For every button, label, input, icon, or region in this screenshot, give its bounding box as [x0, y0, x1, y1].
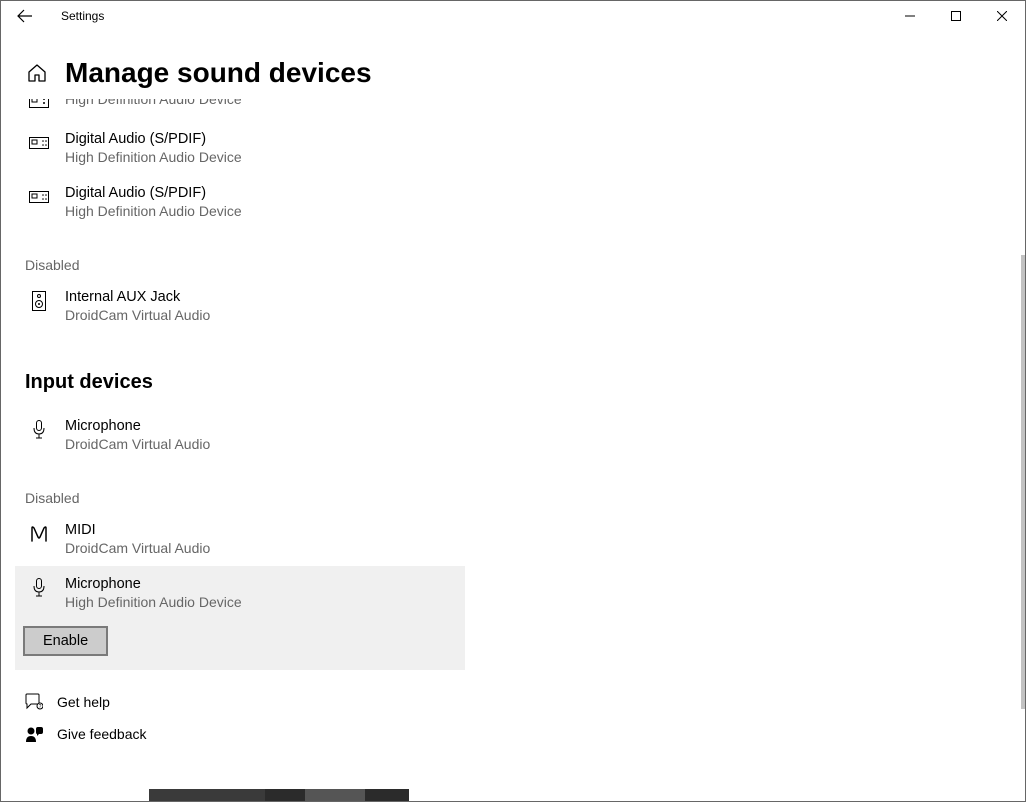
device-name: Microphone	[65, 418, 210, 434]
footer-links: ? Get help Give feedback	[25, 692, 1019, 744]
device-item[interactable]: Microphone DroidCam Virtual Audio	[25, 408, 475, 462]
window-controls	[887, 1, 1025, 31]
device-item-selected[interactable]: Microphone High Definition Audio Device	[25, 566, 455, 620]
device-texts: Microphone DroidCam Virtual Audio	[65, 418, 210, 452]
taskbar-segment	[305, 789, 365, 801]
arrow-left-icon	[17, 8, 33, 24]
window-title: Settings	[61, 9, 104, 23]
disabled-label: Disabled	[25, 490, 1019, 506]
maximize-button[interactable]	[933, 1, 979, 31]
device-subtitle: DroidCam Virtual Audio	[65, 540, 210, 556]
content-area: High Definition Audio Device Digital Aud…	[1, 99, 1019, 789]
microphone-icon	[29, 420, 49, 440]
device-subtitle: DroidCam Virtual Audio	[65, 436, 210, 452]
device-texts: High Definition Audio Device	[65, 99, 242, 107]
soundcard-icon	[29, 133, 49, 153]
feedback-icon	[25, 724, 45, 744]
selected-device-panel: Microphone High Definition Audio Device …	[15, 566, 465, 670]
give-feedback-text: Give feedback	[57, 726, 147, 742]
get-help-text: Get help	[57, 694, 110, 710]
disabled-label: Disabled	[25, 257, 1019, 273]
speaker-icon	[29, 291, 49, 311]
device-texts: Microphone High Definition Audio Device	[65, 576, 242, 610]
device-item[interactable]: MIDI DroidCam Virtual Audio	[25, 512, 475, 566]
get-help-link[interactable]: ? Get help	[25, 692, 1019, 712]
input-devices-header: Input devices	[25, 371, 1019, 394]
device-subtitle: DroidCam Virtual Audio	[65, 307, 210, 323]
midi-icon	[29, 524, 49, 544]
maximize-icon	[951, 11, 961, 21]
taskbar-segment	[149, 789, 265, 801]
device-name: Microphone	[65, 576, 242, 592]
home-icon	[27, 63, 47, 83]
device-item[interactable]: Internal AUX Jack DroidCam Virtual Audio	[25, 279, 475, 333]
microphone-icon	[29, 578, 49, 598]
device-texts: MIDI DroidCam Virtual Audio	[65, 522, 210, 556]
device-name: Digital Audio (S/PDIF)	[65, 185, 242, 201]
device-item[interactable]: Digital Audio (S/PDIF) High Definition A…	[25, 175, 475, 229]
page-header: Manage sound devices	[1, 31, 1025, 89]
device-subtitle: High Definition Audio Device	[65, 149, 242, 165]
titlebar: Settings	[1, 1, 1025, 31]
home-button[interactable]	[25, 61, 49, 85]
device-subtitle: High Definition Audio Device	[65, 203, 242, 219]
device-texts: Digital Audio (S/PDIF) High Definition A…	[65, 131, 242, 165]
close-button[interactable]	[979, 1, 1025, 31]
device-name: MIDI	[65, 522, 210, 538]
back-button[interactable]	[9, 1, 41, 31]
give-feedback-link[interactable]: Give feedback	[25, 724, 1019, 744]
device-subtitle: High Definition Audio Device	[65, 594, 242, 610]
help-icon: ?	[25, 692, 45, 712]
svg-text:?: ?	[39, 704, 42, 710]
enable-button[interactable]: Enable	[23, 626, 108, 656]
scrollbar[interactable]	[1021, 255, 1025, 709]
close-icon	[997, 11, 1007, 21]
page-title: Manage sound devices	[65, 57, 372, 89]
minimize-icon	[905, 11, 915, 21]
device-texts: Digital Audio (S/PDIF) High Definition A…	[65, 185, 242, 219]
device-subtitle: High Definition Audio Device	[65, 99, 242, 107]
device-name: Digital Audio (S/PDIF)	[65, 131, 242, 147]
device-item[interactable]: High Definition Audio Device	[25, 99, 475, 121]
taskbar-fragment	[149, 789, 409, 801]
device-texts: Internal AUX Jack DroidCam Virtual Audio	[65, 289, 210, 323]
device-name: Internal AUX Jack	[65, 289, 210, 305]
soundcard-icon	[29, 187, 49, 207]
device-item[interactable]: Digital Audio (S/PDIF) High Definition A…	[25, 121, 475, 175]
soundcard-icon	[29, 99, 49, 111]
minimize-button[interactable]	[887, 1, 933, 31]
